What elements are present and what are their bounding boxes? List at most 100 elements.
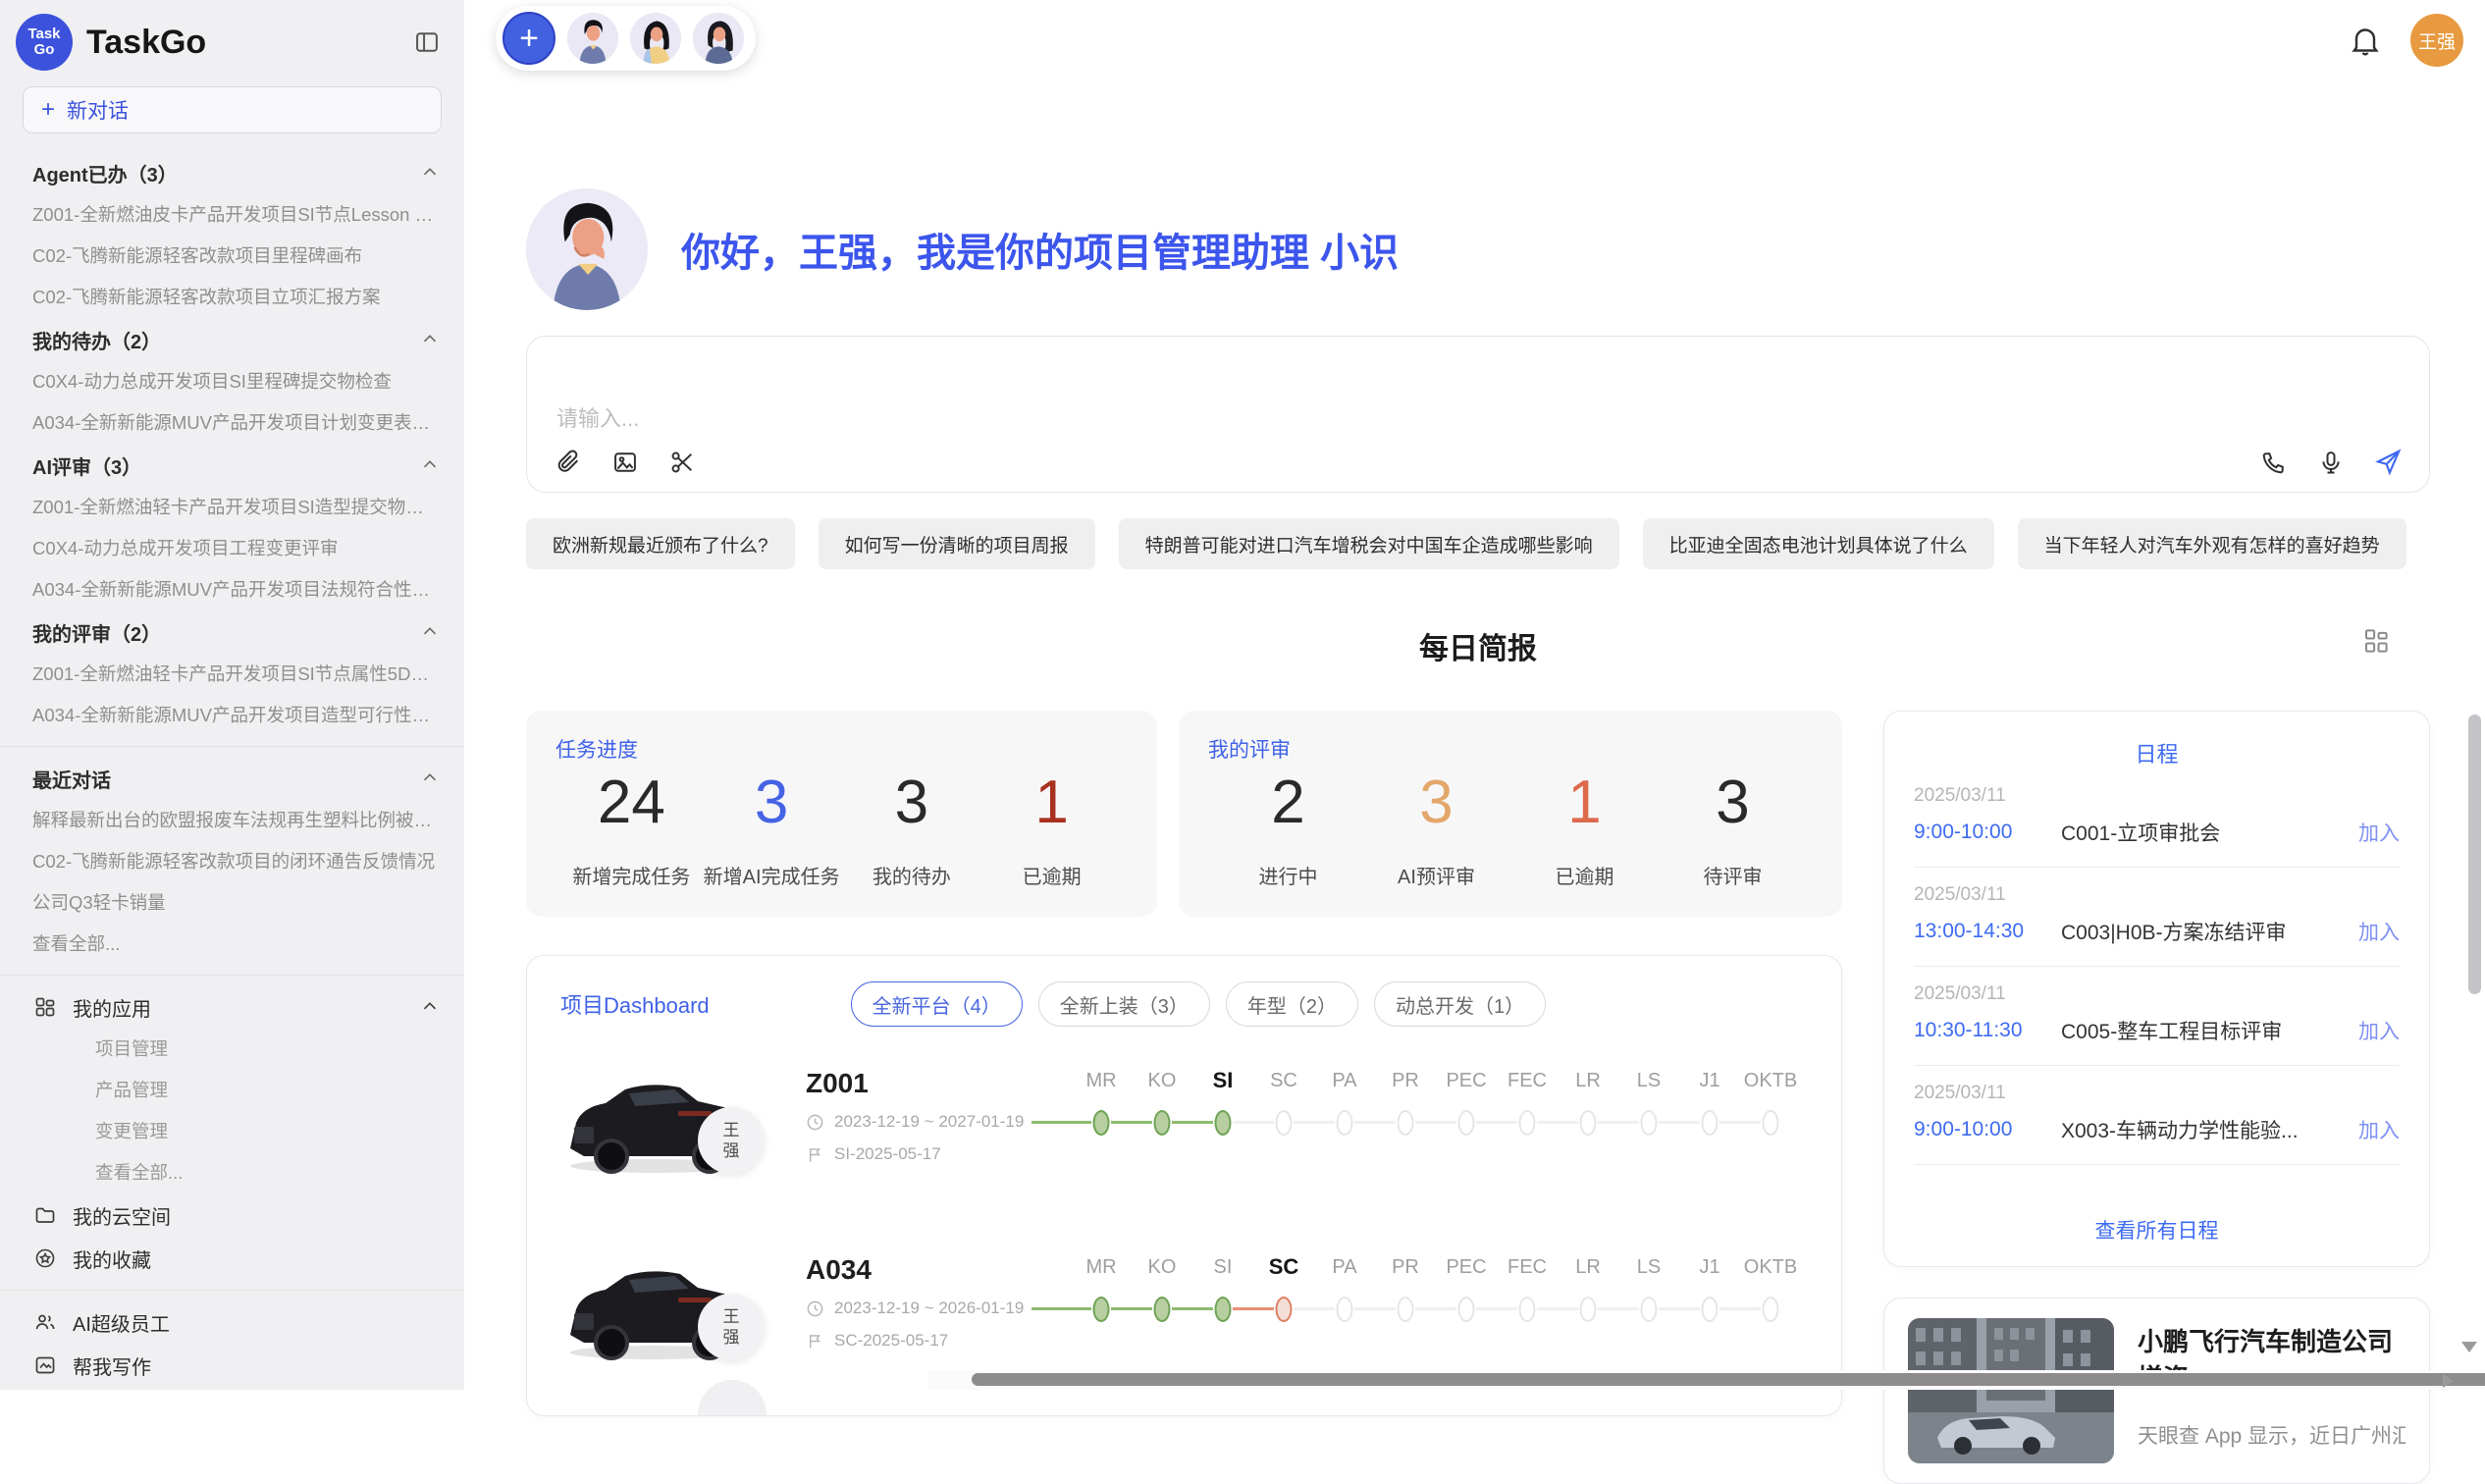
phone-icon[interactable] [2258,447,2290,478]
news-body: 小鹏飞行汽车制造公司增资 天眼查 App 显示，近日广州汇天飞行汽 [2138,1318,2406,1463]
suggestion-chip[interactable]: 欧洲新规最近颁布了什么? [526,518,795,569]
section-recent-chats[interactable]: 最近对话 [0,757,464,800]
vertical-scrollbar-thumb[interactable] [2468,715,2481,994]
list-item[interactable]: 解释最新出台的欧盟报废车法规再生塑料比例被调至15%... [0,800,464,841]
list-item[interactable]: C02-飞腾新能源轻客改款项目立项汇报方案 [0,277,464,318]
project-row[interactable]: 王强 A034 2023-12-19 ~ 2026-01-19 SC [560,1243,1808,1390]
schedule-time: 13:00-14:30 [1914,920,2061,943]
join-link[interactable]: 加入 [2358,1115,2400,1144]
new-chat-button[interactable]: + 新对话 [23,86,442,133]
sidebar-item-my-apps[interactable]: 我的应用 [0,985,464,1029]
list-item[interactable]: A034-全新新能源MUV产品开发项目造型可行性评审 [0,695,464,736]
chevron-up-icon [419,621,441,643]
filter-year-model[interactable]: 年型（2） [1226,981,1358,1027]
milestone-dot-pa [1314,1288,1375,1331]
chat-composer[interactable]: 请输入... [526,336,2430,493]
app-item-project-mgmt[interactable]: 项目管理 [0,1029,464,1070]
stat-item: 3 新增AI完成任务 [702,766,842,891]
schedule-date: 2025/03/11 [1914,785,2400,807]
view-all-chats[interactable]: 查看全部... [0,924,464,965]
stat-item: 1 已逾期 [1510,766,1659,891]
topbar-right: 王强 [2348,6,2463,67]
assistant-avatar [526,188,648,310]
user-avatar[interactable]: 王强 [2410,14,2463,67]
join-link[interactable]: 加入 [2358,1016,2400,1045]
list-item[interactable]: A034-全新新能源MUV产品开发项目计划变更表编写 [0,402,464,444]
sidebar-item-help-write[interactable]: 帮我写作 [0,1344,464,1387]
section-ai-review[interactable]: AI评审（3） [0,444,464,487]
layout-grid-icon[interactable] [2361,626,2391,661]
list-item[interactable]: Z001-全新燃油轻卡产品开发项目SI造型提交物评审 [0,487,464,528]
suggestion-chip[interactable]: 比亚迪全固态电池计划具体说了什么 [1643,518,1994,569]
divider [0,975,464,976]
schedule-entry: 2025/03/11 9:00-10:00 C001-立项审批会 加入 [1914,785,2400,868]
section-my-review[interactable]: 我的评审（2） [0,610,464,654]
milestone-dot-pr [1375,1101,1436,1144]
sidebar-item-cloud-space[interactable]: 我的云空间 [0,1193,464,1237]
list-item[interactable]: C02-飞腾新能源轻客改款项目的闭环通告反馈情况 [0,841,464,882]
project-media: 王强 [560,1243,806,1390]
daily-briefing-header: 每日简报 [526,624,2430,667]
join-link[interactable]: 加入 [2358,917,2400,946]
view-all-apps[interactable]: 查看全部... [0,1152,464,1193]
list-item[interactable]: 公司Q3轻卡销量 [0,882,464,924]
join-link[interactable]: 加入 [2358,818,2400,847]
scissors-icon[interactable] [666,447,698,478]
notification-bell-icon[interactable] [2348,23,2383,58]
microphone-icon[interactable] [2315,447,2347,478]
list-item[interactable]: Z001-全新燃油皮卡产品开发项目SI节点Lesson Learn报告 [0,194,464,236]
filter-all-new-platform[interactable]: 全新平台（4） [851,981,1023,1027]
clock-icon [806,1113,824,1132]
flag-node: SI-2025-05-17 [834,1144,941,1164]
scroll-down-arrow-icon[interactable] [2461,1342,2477,1352]
send-icon[interactable] [2372,447,2404,478]
stat-label: 待评审 [1704,861,1763,891]
help-write-label: 帮我写作 [73,1352,151,1380]
schedule-title: 日程 [1914,737,2400,768]
task-progress-items: 24 新增完成任务 3 新增AI完成任务 3 我的待办 [555,764,1128,891]
list-item[interactable]: C0X4-动力总成开发项目工程变更评审 [0,528,464,569]
attachment-icon[interactable] [553,447,584,478]
list-item[interactable]: A034-全新新能源MUV产品开发项目法规符合性评审 [0,569,464,610]
schedule-row: 9:00-10:00 X003-车辆动力学性能验... 加入 [1914,1115,2400,1144]
stat-value: 1 [1034,768,1068,837]
add-member-button[interactable]: + [502,12,555,65]
favorites-label: 我的收藏 [73,1245,151,1273]
suggestion-chip[interactable]: 特朗普可能对进口汽车增税会对中国车企造成哪些影响 [1119,518,1619,569]
sidebar-list: Agent已办（3） Z001-全新燃油皮卡产品开发项目SI节点Lesson L… [0,151,464,1390]
image-icon[interactable] [609,447,641,478]
new-chat-label: 新对话 [67,95,129,125]
suggestion-chip[interactable]: 当下年轻人对汽车外观有怎样的喜好趋势 [2018,518,2406,569]
sidebar-item-ai-staff[interactable]: AI超级员工 [0,1300,464,1344]
milestone-dot-j1 [1679,1101,1740,1144]
list-item[interactable]: C0X4-动力总成开发项目SI里程碑提交物检查 [0,361,464,402]
filter-powertrain[interactable]: 动总开发（1） [1374,981,1546,1027]
briefing-body: 任务进度 24 新增完成任务 3 新增AI完成任务 3 [526,711,2430,1484]
horizontal-scrollbar-thumb[interactable] [972,1373,2485,1386]
suggestion-chip[interactable]: 如何写一份清晰的项目周报 [819,518,1095,569]
list-item[interactable]: C02-飞腾新能源轻客改款项目里程碑画布 [0,236,464,277]
milestone-dot-pec [1436,1288,1497,1331]
sidebar: Task Go TaskGo + 新对话 Agent已办（3） Z001-全新燃… [0,0,464,1390]
composer-input[interactable]: 请输入... [553,352,2404,447]
section-my-todo[interactable]: 我的待办（2） [0,318,464,361]
project-row[interactable]: 王强 Z001 2023-12-19 ~ 2027-01-19 SI [560,1056,1808,1203]
filter-new-body[interactable]: 全新上装（3） [1038,981,1210,1027]
member-avatar-2[interactable] [630,13,681,64]
divider [1914,1065,2400,1066]
member-avatar-1[interactable] [567,13,618,64]
milestone-dot-ls [1618,1288,1679,1331]
sidebar-collapse-icon[interactable] [407,23,447,62]
member-avatar-3[interactable] [693,13,744,64]
app-item-product-mgmt[interactable]: 产品管理 [0,1070,464,1111]
stat-item: 1 已逾期 [981,766,1122,891]
news-card[interactable]: 小鹏飞行汽车制造公司增资 天眼查 App 显示，近日广州汇天飞行汽 [1883,1298,2430,1484]
section-agent-done[interactable]: Agent已办（3） [0,151,464,194]
app-item-change-mgmt[interactable]: 变更管理 [0,1111,464,1152]
milestone-label-lr: LR [1558,1066,1618,1095]
scroll-right-arrow-icon[interactable] [2443,1374,2454,1388]
view-all-schedule-link[interactable]: 查看所有日程 [1914,1205,2400,1246]
sidebar-item-favorites[interactable]: 我的收藏 [0,1237,464,1280]
milestone-dot-ls [1618,1101,1679,1144]
list-item[interactable]: Z001-全新燃油轻卡产品开发项目SI节点属性5D文件评审 [0,654,464,695]
